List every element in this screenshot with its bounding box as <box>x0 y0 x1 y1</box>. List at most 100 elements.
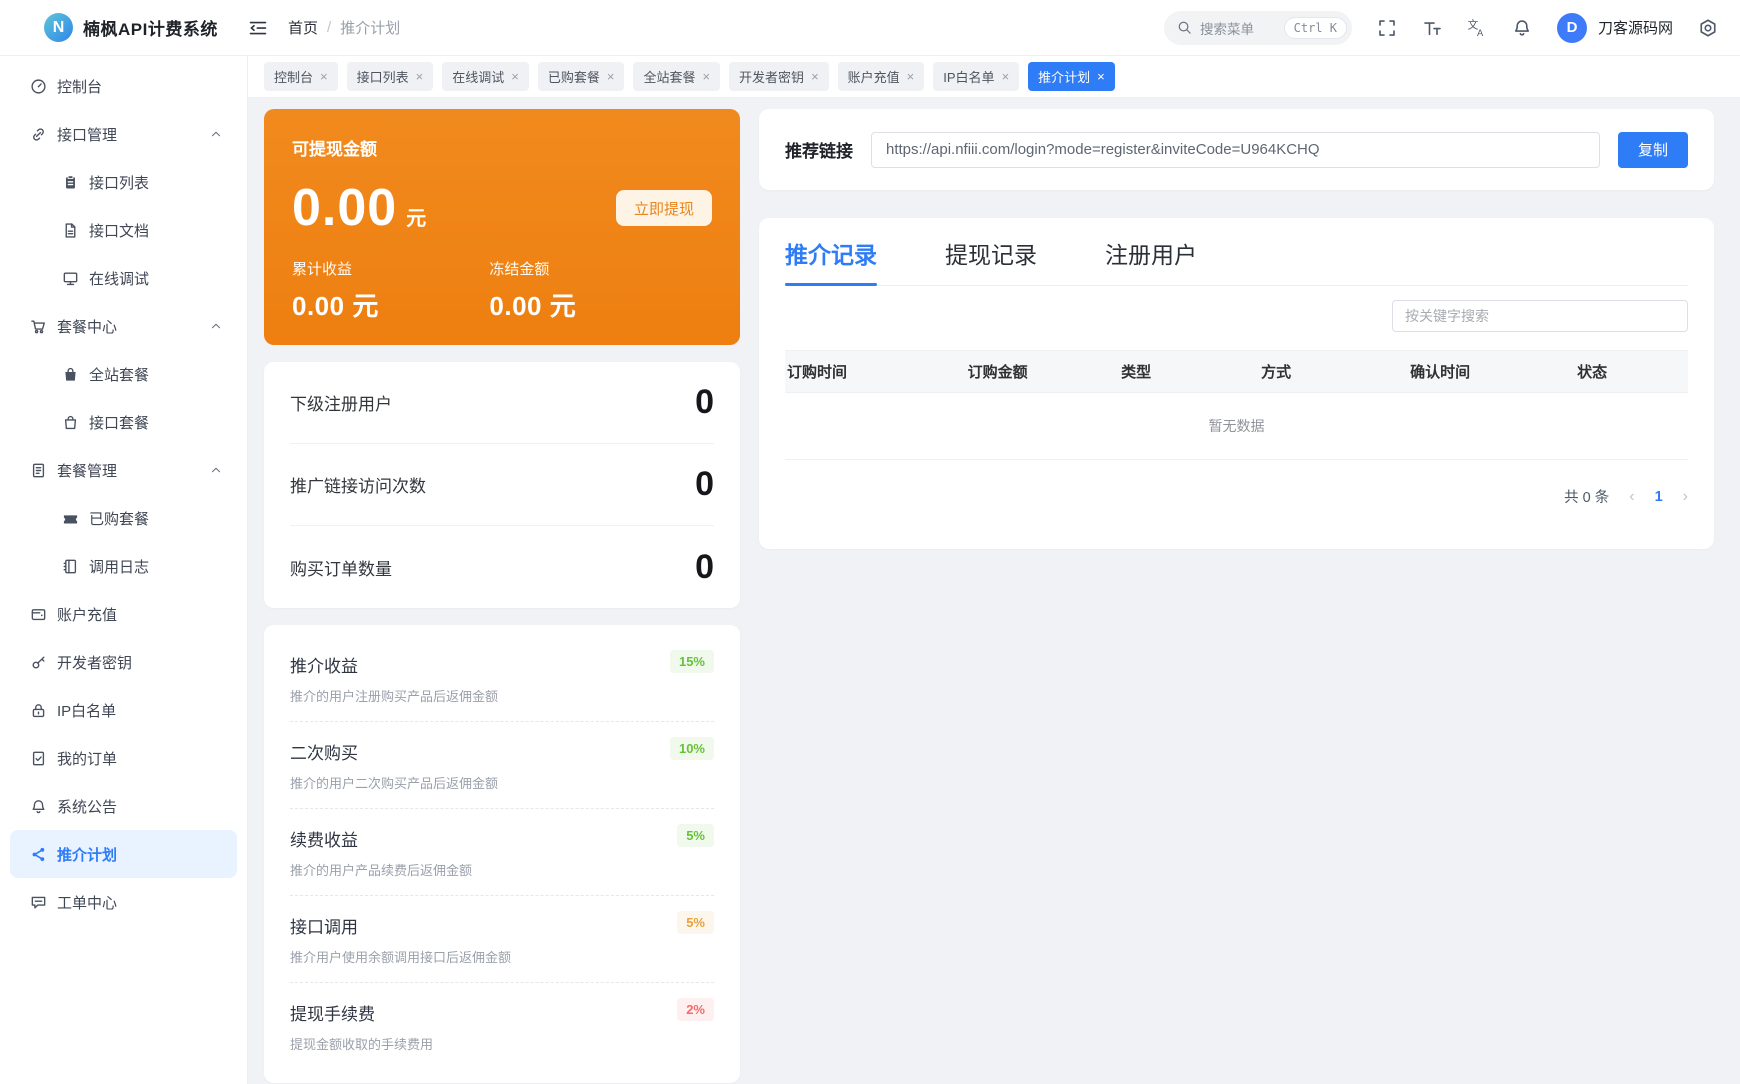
referral-link-input[interactable] <box>871 132 1600 168</box>
package-icon <box>30 462 47 479</box>
sidebar-item[interactable]: 接口文档 <box>10 206 237 254</box>
page-tab[interactable]: 开发者密钥 × <box>729 62 829 91</box>
page-tab[interactable]: 全站套餐 × <box>633 62 720 91</box>
translate-icon[interactable]: 文A <box>1467 18 1487 38</box>
commission-row: 续费收益 推介的用户产品续费后返佣金额 5% <box>290 809 714 896</box>
breadcrumb: 首页 / 推介计划 <box>288 17 400 38</box>
withdraw-now-button[interactable]: 立即提现 <box>616 190 712 226</box>
page-tab[interactable]: 推介计划 × <box>1028 62 1115 91</box>
counter-row: 推广链接访问次数 0 <box>290 444 714 526</box>
sidebar-item[interactable]: 账户充值 <box>10 590 237 638</box>
rate-badge: 5% <box>677 824 714 847</box>
announcement-icon <box>30 798 47 815</box>
sidebar-item[interactable]: 全站套餐 <box>10 350 237 398</box>
balance-stat: 冻结金额 0.00 元 <box>489 258 686 323</box>
notification-bell-icon[interactable] <box>1512 18 1532 38</box>
referral-link-label: 推荐链接 <box>785 137 853 162</box>
commission-rates-card: 推介收益 推介的用户注册购买产品后返佣金额 15% 二次购买 推介的用户二次购买… <box>264 625 740 1083</box>
page-tab[interactable]: 账户充值 × <box>838 62 925 91</box>
breadcrumb-home[interactable]: 首页 <box>288 17 318 38</box>
menu-search-button[interactable]: 搜索菜单 Ctrl K <box>1164 11 1352 45</box>
commission-row: 接口调用 推介用户使用余额调用接口后返佣金额 5% <box>290 896 714 983</box>
rate-badge: 15% <box>670 650 714 673</box>
empty-state-text: 暂无数据 <box>1209 416 1265 436</box>
sidebar-item[interactable]: 接口管理 <box>10 110 237 158</box>
sidebar-item[interactable]: 接口套餐 <box>10 398 237 446</box>
settings-gear-icon[interactable] <box>1698 18 1718 38</box>
avatar: D <box>1557 13 1587 43</box>
commission-row: 推介收益 推介的用户注册购买产品后返佣金额 15% <box>290 635 714 722</box>
sidebar-item[interactable]: 套餐管理 <box>10 446 237 494</box>
close-icon[interactable]: × <box>702 69 710 84</box>
table-header-cell: 订购时间 <box>785 361 966 382</box>
counter-row: 购买订单数量 0 <box>290 526 714 608</box>
sidebar-item[interactable]: 我的订单 <box>10 734 237 782</box>
menu-fold-icon[interactable] <box>248 18 268 38</box>
chevron-up-icon <box>209 127 223 141</box>
svg-text:A: A <box>1477 28 1484 38</box>
sidebar-item[interactable]: IP白名单 <box>10 686 237 734</box>
table-header-cell: 订购金额 <box>966 361 1120 382</box>
sidebar-item[interactable]: 接口列表 <box>10 158 237 206</box>
monitor-icon <box>62 270 79 287</box>
chevron-up-icon <box>209 463 223 477</box>
font-size-icon[interactable] <box>1422 18 1442 38</box>
close-icon[interactable]: × <box>1002 69 1010 84</box>
keyword-search-input[interactable] <box>1392 300 1688 332</box>
shortcut-badge: Ctrl K <box>1284 17 1347 39</box>
commission-row: 二次购买 推介的用户二次购买产品后返佣金额 10% <box>290 722 714 809</box>
api-link-icon <box>30 126 47 143</box>
rate-badge: 10% <box>670 737 714 760</box>
records-tab[interactable]: 推介记录 <box>785 236 877 285</box>
page-tab[interactable]: 接口列表 × <box>347 62 434 91</box>
table-header-cell: 类型 <box>1119 361 1259 382</box>
close-icon[interactable]: × <box>1097 69 1105 84</box>
bag-filled-icon <box>62 366 79 383</box>
page-tab[interactable]: 控制台 × <box>264 62 338 91</box>
sidebar-item[interactable]: 开发者密钥 <box>10 638 237 686</box>
rate-badge: 2% <box>677 998 714 1021</box>
order-icon <box>30 750 47 767</box>
records-tab[interactable]: 提现记录 <box>945 236 1037 285</box>
page-tab[interactable]: IP白名单 × <box>933 62 1019 91</box>
referral-link-card: 推荐链接 复制 <box>759 109 1714 190</box>
ticket-icon <box>62 510 79 527</box>
sidebar-item[interactable]: 推介计划 <box>10 830 237 878</box>
breadcrumb-current: 推介计划 <box>340 17 400 38</box>
next-page-button[interactable]: › <box>1683 488 1688 506</box>
close-icon[interactable]: × <box>811 69 819 84</box>
records-table: 订购时间 订购金额 类型 方式 确认时间 状态 <box>785 350 1688 460</box>
sidebar: 控制台 接口管理 接口列表 接口文档 在 <box>0 56 248 1084</box>
breadcrumb-separator: / <box>327 19 331 36</box>
close-icon[interactable]: × <box>511 69 519 84</box>
copy-button[interactable]: 复制 <box>1618 132 1688 168</box>
sidebar-item[interactable]: 工单中心 <box>10 878 237 926</box>
table-empty-row: 暂无数据 <box>785 393 1688 460</box>
close-icon[interactable]: × <box>416 69 424 84</box>
sidebar-item[interactable]: 已购套餐 <box>10 494 237 542</box>
user-menu[interactable]: D 刀客源码网 <box>1557 13 1673 43</box>
fullscreen-icon[interactable] <box>1377 18 1397 38</box>
page-tab[interactable]: 已购套餐 × <box>538 62 625 91</box>
referral-counters-card: 下级注册用户 0 推广链接访问次数 0 购买订单数量 0 <box>264 362 740 608</box>
records-tab[interactable]: 注册用户 <box>1105 236 1197 285</box>
sidebar-item[interactable]: 调用日志 <box>10 542 237 590</box>
prev-page-button[interactable]: ‹ <box>1629 488 1634 506</box>
search-placeholder-text: 搜索菜单 <box>1200 18 1276 38</box>
sidebar-item[interactable]: 控制台 <box>10 62 237 110</box>
log-icon <box>62 558 79 575</box>
key-icon <box>30 654 47 671</box>
sidebar-item[interactable]: 在线调试 <box>10 254 237 302</box>
current-page[interactable]: 1 <box>1655 489 1663 505</box>
sidebar-item[interactable]: 套餐中心 <box>10 302 237 350</box>
search-icon <box>1177 20 1192 35</box>
app-logo-icon: N <box>44 13 73 42</box>
close-icon[interactable]: × <box>320 69 328 84</box>
close-icon[interactable]: × <box>607 69 615 84</box>
close-icon[interactable]: × <box>907 69 915 84</box>
withdrawable-balance-card: 可提现金额 0.00 元 立即提现 累计收益 0.00 元 <box>264 109 740 345</box>
cart-icon <box>30 318 47 335</box>
top-header: N 楠枫API计费系统 首页 / 推介计划 搜索菜单 Ctrl K 文A D 刀… <box>0 0 1740 56</box>
sidebar-item[interactable]: 系统公告 <box>10 782 237 830</box>
page-tab[interactable]: 在线调试 × <box>442 62 529 91</box>
